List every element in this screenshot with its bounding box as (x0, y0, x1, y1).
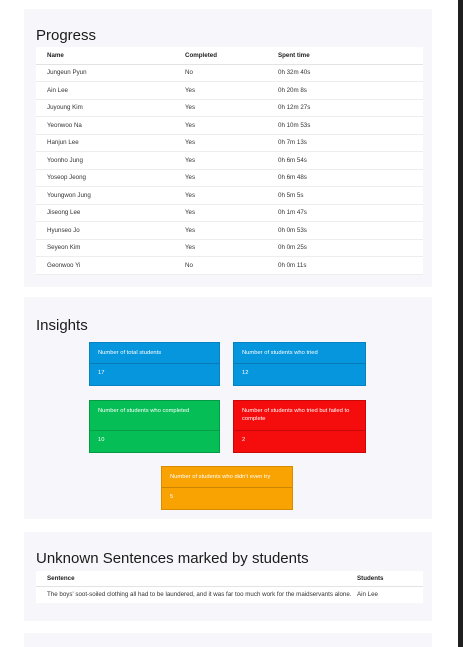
completed-status: Yes (174, 81, 267, 100)
insights-title: Insights (36, 317, 88, 334)
spent-time: 0h 6m 54s (267, 151, 423, 170)
progress-table: Name Completed Spent time Jungeun Pyun No… (36, 47, 423, 275)
table-row: Yoseop Jeong Yes 0h 6m 48s (36, 169, 423, 187)
spent-time: 0h 7m 13s (267, 134, 423, 152)
completed-status: Yes (174, 134, 267, 152)
students-cell: Ain Lee (357, 590, 378, 598)
column-header-name[interactable]: Name (36, 47, 174, 65)
completed-status: Yes (174, 221, 267, 240)
spent-time: 0h 5m 5s (267, 186, 423, 205)
spent-time: 0h 0m 11s (267, 256, 423, 275)
tile-value: 5 (170, 494, 174, 500)
completed-status: Yes (174, 151, 267, 170)
table-row: The boys' soot-soiled clothing all had t… (36, 586, 423, 603)
student-name: Seyeon Kim (36, 239, 174, 257)
tile-value: 2 (242, 437, 246, 443)
table-header-row: Sentence Students (36, 571, 423, 587)
student-name: Ain Lee (36, 81, 174, 100)
completed-status: Yes (174, 204, 267, 222)
completed-status: Yes (174, 99, 267, 117)
spent-time: 0h 6m 48s (267, 169, 423, 187)
unknown-sentences-table: Sentence Students The boys' soot-soiled … (36, 571, 423, 603)
spent-time: 0h 10m 53s (267, 116, 423, 135)
students-tried-tile: Number of students who tried 12 (233, 342, 366, 386)
completed-status: Yes (174, 239, 267, 257)
insights-section: Insights Number of total students 17 Num… (24, 297, 432, 519)
spent-time: 0h 0m 53s (267, 221, 423, 240)
table-row: Youngwon Jung Yes 0h 5m 5s (36, 186, 423, 205)
progress-section: Progress Name Completed Spent time Junge… (24, 9, 432, 287)
tile-divider (234, 430, 365, 431)
completed-status: Yes (174, 116, 267, 135)
tile-label: Number of students who didn't even try (170, 474, 271, 480)
student-name: Yeonwoo Na (36, 116, 174, 135)
completed-status: Yes (174, 169, 267, 187)
spent-time: 0h 20m 8s (267, 81, 423, 100)
table-row: Geonwoo Yi No 0h 0m 11s (36, 256, 423, 275)
table-row: Yoonho Jung Yes 0h 6m 54s (36, 151, 423, 170)
table-row: Hyunseo Jo Yes 0h 0m 53s (36, 221, 423, 240)
tile-value: 12 (242, 370, 249, 376)
tile-label: Number of students who tried (242, 350, 318, 356)
students-not-tried-tile: Number of students who didn't even try 5 (161, 466, 293, 510)
student-name: Hyunseo Jo (36, 221, 174, 240)
column-header-spent-time[interactable]: Spent time (267, 47, 423, 65)
tile-divider (234, 363, 365, 364)
tile-value: 10 (98, 437, 105, 443)
next-section (24, 633, 432, 647)
spent-time: 0h 12m 27s (267, 99, 423, 117)
column-header-students[interactable]: Students (353, 571, 423, 587)
spent-time: 0h 1m 47s (267, 204, 423, 222)
completed-status: No (174, 256, 267, 275)
student-name: Hanjun Lee (36, 134, 174, 152)
student-name: Juyoung Kim (36, 99, 174, 117)
table-row: Seyeon Kim Yes 0h 0m 25s (36, 239, 423, 257)
completed-status: No (174, 64, 267, 82)
column-header-completed[interactable]: Completed (174, 47, 267, 65)
tile-label: Number of students who completed (98, 408, 190, 414)
tile-divider (162, 487, 292, 488)
table-row: Ain Lee Yes 0h 20m 8s (36, 81, 423, 100)
tile-value: 17 (98, 370, 105, 376)
table-row: Jiseong Lee Yes 0h 1m 47s (36, 204, 423, 222)
student-name: Geonwoo Yi (36, 256, 174, 275)
column-header-sentence[interactable]: Sentence (36, 571, 353, 587)
table-row: Yeonwoo Na Yes 0h 10m 53s (36, 116, 423, 135)
tile-label: Number of students who tried but failed … (242, 408, 350, 422)
table-row: Hanjun Lee Yes 0h 7m 13s (36, 134, 423, 152)
student-name: Yoseop Jeong (36, 169, 174, 187)
unknown-sentences-title: Unknown Sentences marked by students (36, 550, 309, 567)
sentence-text: The boys' soot-soiled clothing all had t… (47, 590, 352, 598)
table-row: Jungeun Pyun No 0h 32m 40s (36, 64, 423, 82)
spent-time: 0h 32m 40s (267, 64, 423, 82)
tile-divider (90, 363, 219, 364)
completed-status: Yes (174, 186, 267, 205)
student-name: Jungeun Pyun (36, 64, 174, 82)
students-completed-tile: Number of students who completed 10 (89, 400, 220, 453)
students-failed-tile: Number of students who tried but failed … (233, 400, 366, 453)
tile-divider (90, 430, 219, 431)
student-name: Yoonho Jung (36, 151, 174, 170)
table-row: Juyoung Kim Yes 0h 12m 27s (36, 99, 423, 117)
spent-time: 0h 0m 25s (267, 239, 423, 257)
student-name: Jiseong Lee (36, 204, 174, 222)
progress-title: Progress (36, 27, 97, 44)
tile-label: Number of total students (98, 350, 162, 356)
unknown-sentences-section: Unknown Sentences marked by students Sen… (24, 532, 432, 621)
student-name: Youngwon Jung (36, 186, 174, 205)
table-header-row: Name Completed Spent time (36, 47, 423, 65)
scrollbar[interactable] (458, 0, 463, 647)
total-students-tile: Number of total students 17 (89, 342, 220, 386)
